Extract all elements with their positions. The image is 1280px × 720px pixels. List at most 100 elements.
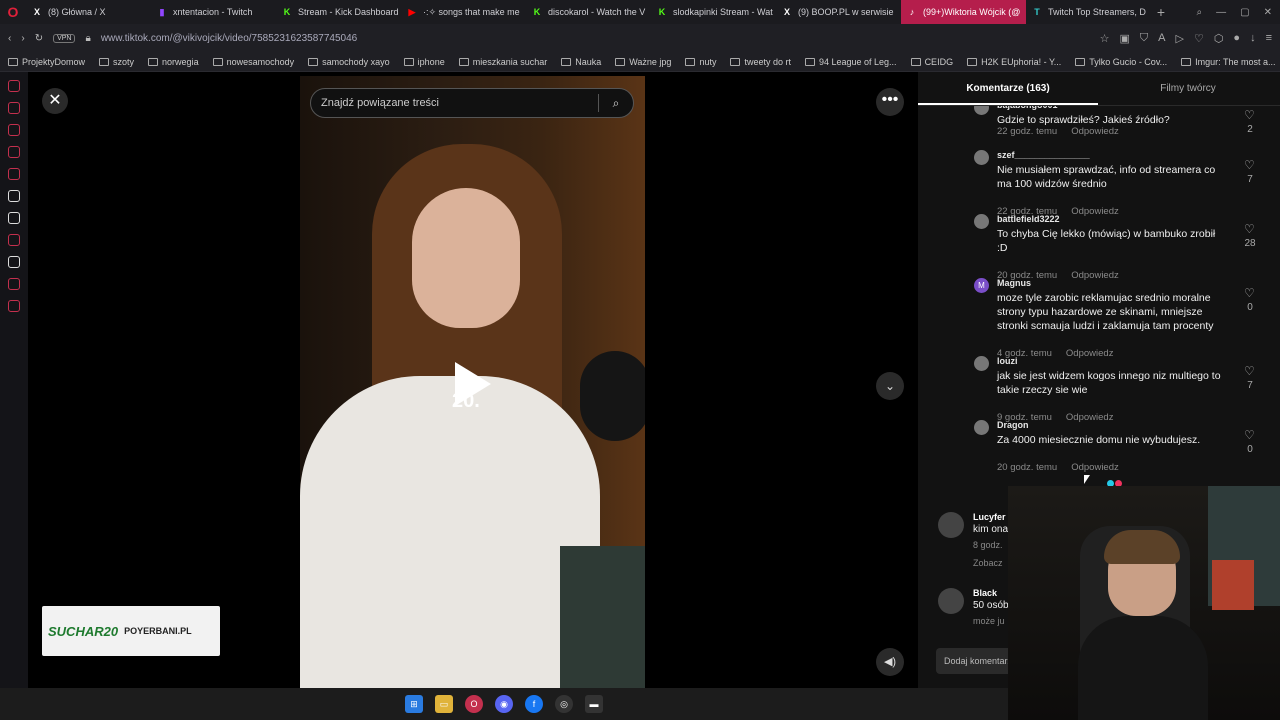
browser-tab[interactable]: ▮ xntentacion - Twitch <box>151 0 276 24</box>
browser-tab[interactable]: X (8) Główna / X <box>26 0 151 24</box>
new-tab-button[interactable]: + <box>1151 4 1171 20</box>
bookmark-item[interactable]: CEIDG <box>910 57 962 67</box>
menu-icon[interactable]: ≡ <box>1266 32 1272 45</box>
browser-tab[interactable]: K Stream - Kick Dashboard <box>276 0 401 24</box>
opera-logo-icon[interactable]: O <box>0 0 26 24</box>
reply-link[interactable]: Odpowiedz <box>1071 206 1119 217</box>
vpn-badge[interactable]: VPN <box>53 33 76 43</box>
sidebar-aria-icon[interactable] <box>8 190 20 202</box>
terminal-icon[interactable]: ▬ <box>585 695 603 713</box>
bookmark-item[interactable]: Imgur: The most a... <box>1181 57 1280 67</box>
bookmark-item[interactable]: ProjektyDomow <box>8 57 93 67</box>
share-icon[interactable]: ▷ <box>1175 32 1183 45</box>
reply-link[interactable]: Odpowiedz <box>1071 126 1119 137</box>
sidebar-wallet-icon[interactable] <box>8 124 20 136</box>
sidebar-mail-icon[interactable] <box>8 168 20 180</box>
avatar[interactable]: M <box>974 278 989 293</box>
maximize-icon[interactable]: ▢ <box>1240 7 1249 18</box>
search-icon[interactable]: ⌕ <box>599 96 633 111</box>
bookmark-item[interactable]: samochody xayo <box>308 57 398 67</box>
avatar[interactable] <box>974 106 989 115</box>
url-field[interactable]: www.tiktok.com/@vikivojcik/video/7585231… <box>101 33 357 44</box>
reply-link[interactable]: Odpowiedz <box>1066 348 1114 359</box>
shield-icon[interactable]: ⛉ <box>1140 32 1148 45</box>
like-heart-icon[interactable]: ♡ <box>1244 286 1255 300</box>
bookmark-item[interactable]: tweety do rt <box>730 57 799 67</box>
sidebar-messenger-icon[interactable] <box>8 80 20 92</box>
like-heart-icon[interactable]: ♡ <box>1244 222 1255 236</box>
browser-tab[interactable]: Kslodkapinki Stream - Wat <box>651 0 776 24</box>
bookmark-item[interactable]: nuty <box>685 57 724 67</box>
bookmark-icon[interactable]: ☆ <box>1100 32 1110 45</box>
profile-icon[interactable]: ● <box>1233 32 1240 45</box>
bookmark-item[interactable]: 94 League of Leg... <box>804 57 905 67</box>
like-heart-icon[interactable]: ♡ <box>1244 108 1255 122</box>
browser-tab[interactable]: ▶ ·:✧ songs that make me <box>401 0 526 24</box>
discord-icon[interactable]: ◉ <box>495 695 513 713</box>
more-options-button[interactable]: ••• <box>876 88 904 116</box>
bookmark-item[interactable]: szoty <box>99 57 142 67</box>
bookmark-item[interactable]: norwegia <box>148 57 207 67</box>
like-heart-icon[interactable]: ♡ <box>1244 364 1255 378</box>
facebook-icon[interactable]: f <box>525 695 543 713</box>
bookmark-item[interactable]: Nauka <box>561 57 609 67</box>
windows-start-icon[interactable]: ⊞ <box>405 695 423 713</box>
sidebar-twitch-icon[interactable] <box>8 234 20 246</box>
translate-icon[interactable]: A <box>1158 32 1165 45</box>
avatar[interactable] <box>938 588 964 614</box>
bookmark-item[interactable]: nowesamochody <box>212 57 303 67</box>
browser-tab[interactable]: Kdiscokarol - Watch the V <box>526 0 651 24</box>
minimize-icon[interactable]: — <box>1216 7 1226 18</box>
browser-tab[interactable]: X (9) BOOP.PL w serwisie <box>776 0 901 24</box>
comments-tab[interactable]: Filmy twórcy <box>1098 72 1278 105</box>
search-tabs-icon[interactable]: ⌕ <box>1197 7 1203 18</box>
like-heart-icon[interactable]: ♡ <box>1244 158 1255 172</box>
like-heart-icon[interactable]: ♡ <box>1244 428 1255 442</box>
bookmark-item[interactable]: H2K EUphoria! - Y... <box>967 57 1069 67</box>
comment-username[interactable]: Black <box>973 588 997 598</box>
sidebar-player-icon[interactable] <box>8 146 20 158</box>
reply-link[interactable]: Odpowiedz <box>1071 270 1119 281</box>
avatar[interactable] <box>974 150 989 165</box>
comment-username[interactable]: bajabongo001 <box>997 106 1058 110</box>
next-video-button[interactable]: ⌄ <box>876 372 904 400</box>
sidebar-settings-icon[interactable] <box>8 300 20 312</box>
related-search-input[interactable]: Znajdź powiązane treści ⌕ <box>310 88 634 118</box>
comment-username[interactable]: Lucyfer <box>973 512 1006 522</box>
extensions-icon[interactable]: ⬡ <box>1214 32 1224 45</box>
avatar[interactable] <box>974 356 989 371</box>
reply-link[interactable]: Odpowiedz <box>1071 462 1119 473</box>
file-explorer-icon[interactable]: ▭ <box>435 695 453 713</box>
comment-username[interactable]: battlefield3222 <box>997 214 1060 224</box>
comment-username[interactable]: szef_______________ <box>997 150 1090 160</box>
comment-username[interactable]: Magnus <box>997 278 1031 288</box>
sidebar-x-icon[interactable] <box>8 256 20 268</box>
bookmark-item[interactable]: Tylko Gucio - Cov... <box>1075 57 1175 67</box>
close-window-icon[interactable]: ✕ <box>1264 7 1272 18</box>
sidebar-history-icon[interactable] <box>8 102 20 114</box>
snapshot-icon[interactable]: ▣ <box>1119 32 1129 45</box>
reply-link[interactable]: Odpowiedz <box>1066 412 1114 423</box>
comment-username[interactable]: louzi <box>997 356 1018 366</box>
browser-tab[interactable]: T Twitch Top Streamers, D <box>1026 0 1151 24</box>
browser-tab[interactable]: ♪ (99+)Wiktoria Wójcik (@ <box>901 0 1026 24</box>
comment-username[interactable]: Dragon <box>997 420 1029 430</box>
volume-button[interactable]: ◀) <box>876 648 904 676</box>
bookmark-item[interactable]: Ważne jpg <box>615 57 679 67</box>
add-comment-input[interactable]: Dodaj komentarz <box>936 648 1016 674</box>
opera-taskbar-icon[interactable]: O <box>465 695 483 713</box>
sidebar-clock-icon[interactable] <box>8 278 20 290</box>
avatar[interactable] <box>974 214 989 229</box>
comments-tab[interactable]: Komentarze (163) <box>918 72 1098 105</box>
forward-icon[interactable]: › <box>21 33 24 44</box>
bookmark-item[interactable]: iphone <box>403 57 453 67</box>
sidebar-chatgpt-icon[interactable] <box>8 212 20 224</box>
close-video-button[interactable]: ✕ <box>42 88 68 114</box>
back-icon[interactable]: ‹ <box>8 33 11 44</box>
obs-icon[interactable]: ◎ <box>555 695 573 713</box>
view-replies-link[interactable]: Zobacz <box>973 558 1013 568</box>
bookmark-item[interactable]: mieszkania suchar <box>458 57 556 67</box>
heart-icon[interactable]: ♡ <box>1194 32 1204 45</box>
download-icon[interactable]: ↓ <box>1250 32 1256 45</box>
avatar[interactable] <box>974 420 989 435</box>
